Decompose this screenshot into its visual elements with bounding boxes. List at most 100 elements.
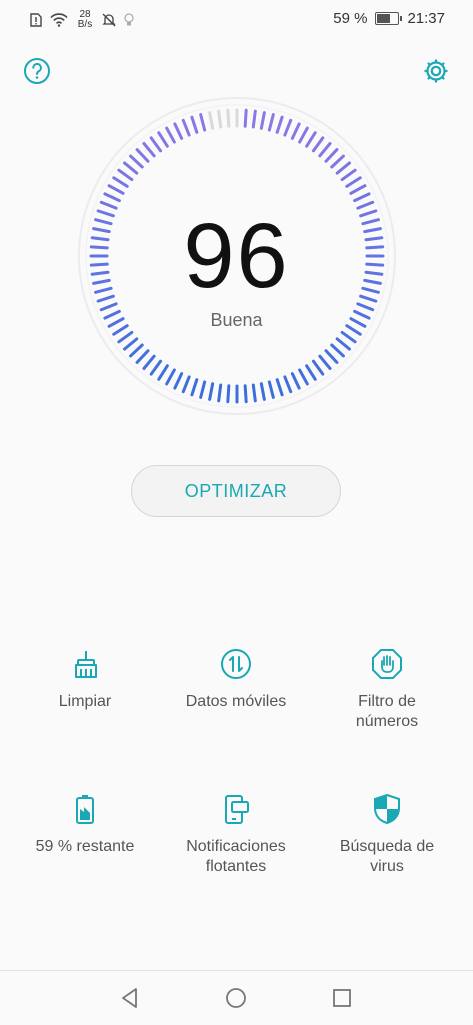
dial-tick [283,375,293,394]
dial-tick [290,122,301,140]
status-left: 28 B/s [30,10,134,30]
battery-icon [76,795,94,824]
dial-tick [99,302,118,312]
dial-tick [305,131,317,148]
dial-tick [340,330,357,344]
dial-tick [149,359,163,376]
dial-tick [349,184,367,195]
tile-label: 59 % restante [35,838,135,855]
dial-tick [259,382,266,401]
dial-tick [157,364,169,381]
floating-window-icon [225,795,249,824]
dial-tick [117,168,134,182]
recent-apps-icon[interactable] [328,984,356,1012]
status-bar: 28 B/s 59 % 21:37 [0,0,473,40]
dial-tick [311,359,325,376]
block-hand-icon [372,649,402,679]
dial-tick [290,372,301,390]
dial-tick [330,343,345,358]
dial-tick [190,378,199,397]
dial-tick [208,111,215,130]
home-icon[interactable] [222,984,250,1012]
dial-tick [298,368,309,386]
dial-tick [345,176,362,188]
dial-tick [226,384,231,404]
back-icon[interactable] [116,984,144,1012]
gear-icon[interactable] [421,56,451,86]
dial-tick [117,330,134,344]
dial-tick [199,380,207,399]
dial-tick [243,108,248,128]
sim-alert-icon [30,13,42,27]
dial-tick [135,148,150,163]
shield-icon [374,793,400,825]
wifi-icon [50,13,68,27]
dial-tick [103,192,121,203]
dial-tick [123,161,139,175]
dial-tick [129,343,144,358]
tile-number-filter[interactable]: Filtro de números [312,648,462,732]
dial-tick [259,111,266,130]
dial-tick [311,136,325,153]
dial-tick [267,380,275,399]
network-speed-unit: B/s [77,19,93,30]
dial-tick [217,109,223,129]
dial-tick [107,184,125,195]
tile-mobile-data[interactable]: Datos móviles [161,648,311,712]
dial-tick [335,337,351,351]
data-transfer-icon [221,649,251,679]
dial-tick [283,118,293,137]
dial-tick [149,136,163,153]
tile-label: Notificaciones flotantes [186,838,286,875]
dial-tick [99,200,118,210]
health-status: Buena [210,310,263,330]
help-icon[interactable] [22,56,52,86]
clock: 21:37 [407,10,445,27]
dial-tick [208,382,215,401]
dial-tick [142,142,156,158]
tile-clean[interactable]: Limpiar [10,648,160,712]
dial-tick [243,384,248,404]
dial-tick [157,131,169,148]
dial-tick [318,354,332,370]
dial-tick [142,354,156,370]
dial-tick [181,118,191,137]
dial-tick [226,108,231,128]
navigation-bar [0,970,473,1025]
optimize-button[interactable]: OPTIMIZAR [131,465,341,517]
battery-percent: 59 % [333,10,368,27]
dial-tick [112,176,129,188]
dial-tick [217,383,223,403]
dial-tick [267,113,275,132]
dial-tick [335,161,351,175]
tile-battery[interactable]: 59 % restante [10,793,160,857]
tile-label: Búsqueda de virus [339,838,435,875]
tile-label: Datos móviles [185,693,287,710]
dial-tick [173,372,184,390]
battery-level [377,14,391,23]
dial-tick [199,113,207,132]
status-right: 59 % 21:37 [333,10,445,27]
dial-tick [330,154,345,169]
broom-icon [75,651,97,678]
dial-tick [173,122,184,140]
dial-tick [251,109,257,129]
tile-label: Limpiar [58,693,112,710]
dial-tick [324,148,339,163]
tile-label: Filtro de números [355,693,419,730]
tile-virus-scan[interactable]: Búsqueda de virus [312,793,462,877]
tile-floating-notifications[interactable]: Notificaciones flotantes [161,793,311,877]
dial-tick [356,200,375,210]
dial-tick [165,126,176,144]
dial-tick [305,364,317,381]
dial-tick [356,302,375,312]
dial-tick [123,337,139,351]
dial-tick [340,168,357,182]
dial-tick [275,378,284,397]
lightbulb-icon [124,13,134,26]
battery-icon [375,12,403,25]
network-speed: 28 B/s [76,10,94,30]
dial-tick [129,154,144,169]
dial-tick [135,349,150,364]
dial-tick [318,142,332,158]
